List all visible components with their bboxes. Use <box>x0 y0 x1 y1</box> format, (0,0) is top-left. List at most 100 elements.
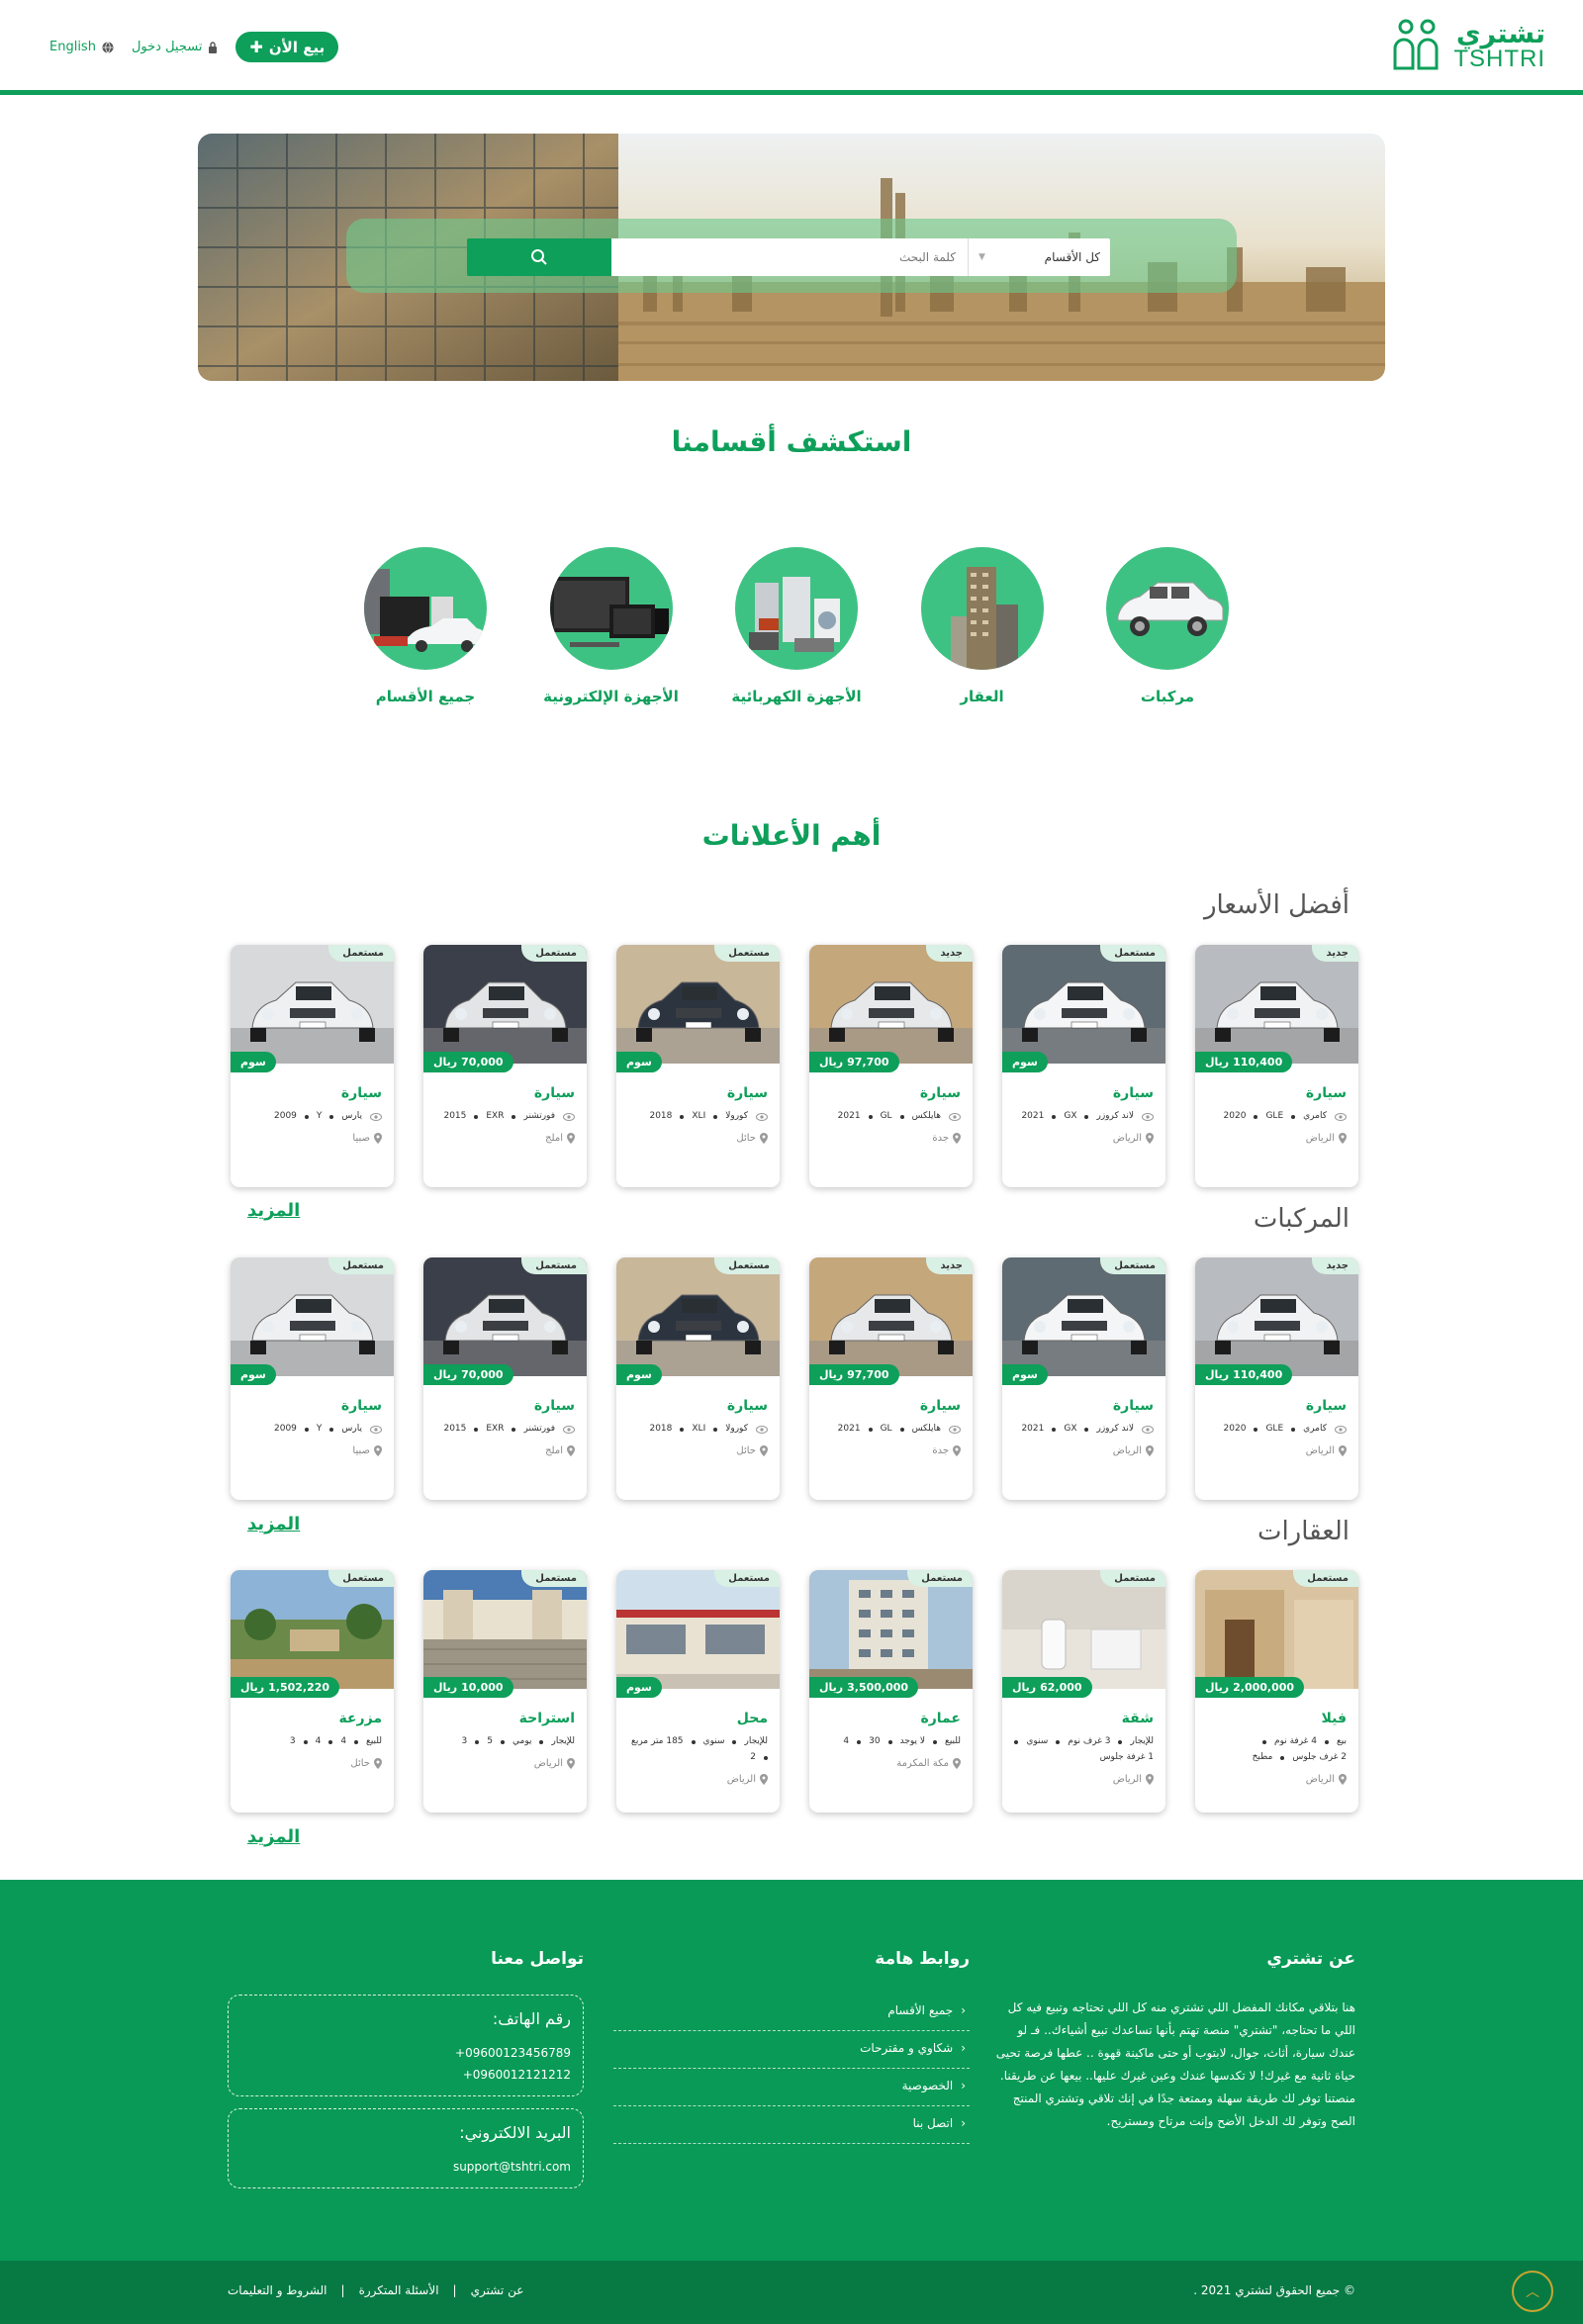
ad-spec: 2018 <box>649 1424 673 1434</box>
ad-card[interactable]: مستعمل 3,500,000ريال عمارة للبيع لا يوجد 30 4 م… <box>809 1570 973 1813</box>
ad-condition-badge: مستعمل <box>1100 945 1165 962</box>
ad-image[interactable]: مستعمل <box>231 1257 394 1376</box>
category-all[interactable]: جميع الأقسام <box>356 547 495 715</box>
ad-image[interactable]: مستعمل <box>1195 1570 1358 1689</box>
ad-title[interactable]: عمارة <box>821 1711 961 1726</box>
ad-card[interactable]: مستعمل 1,502,220ريال مزرعة للبيع 4 4 3 حائل <box>231 1570 394 1813</box>
ad-title[interactable]: سيارة <box>628 1085 768 1101</box>
row-title-realestate: العقارات <box>1257 1517 1350 1546</box>
site-header: تشتري TSHTRI English تسجيل دخول ✚ بيع ال… <box>0 0 1583 95</box>
ad-title[interactable]: محل <box>628 1711 768 1726</box>
search-icon <box>531 249 547 265</box>
ad-price: 3,500,000 <box>847 1681 909 1694</box>
ad-card[interactable]: مستعمل سوم سيارة كورولا XLI 2018 حائل <box>616 1257 780 1500</box>
ad-card[interactable]: مستعمل 10,000ريال استراحة للإيجار يومي 5 3 الري… <box>423 1570 587 1813</box>
spec-separator-icon <box>1084 1114 1089 1119</box>
ad-spec: Y <box>316 1424 323 1434</box>
ad-card[interactable]: جديد 110,400ريال سيارة كامري GLE 2020 الرياض <box>1195 945 1358 1187</box>
ad-price: 110,400 <box>1233 1368 1283 1381</box>
ad-title[interactable]: شقة <box>1014 1711 1154 1726</box>
category-vehicles[interactable]: مركبات <box>1098 547 1237 715</box>
bottom-link-terms[interactable]: الشروط و التعليمات <box>228 2283 327 2297</box>
phone-number[interactable]: +0960012121212 <box>240 2068 571 2082</box>
ad-card[interactable]: جديد 97,700ريال سيارة هايلكس GL 2021 جدة <box>809 945 973 1187</box>
ad-spec: 2009 <box>274 1424 297 1434</box>
ad-title[interactable]: مزرعة <box>242 1711 383 1726</box>
ad-card[interactable]: مستعمل 70,000ريال سيارة فورتشنر EXR 2015 املج <box>423 1257 587 1500</box>
ad-spec: للبيع <box>366 1736 382 1746</box>
scroll-top-button[interactable]: ︿ <box>1512 2271 1553 2312</box>
ad-card[interactable]: مستعمل سوم سيارة لاند كروزر GX 2021 الرياض <box>1002 945 1165 1187</box>
logo[interactable]: تشتري TSHTRI <box>1392 14 1545 77</box>
ad-image[interactable]: مستعمل <box>423 945 587 1064</box>
ad-title[interactable]: سيارة <box>1207 1085 1347 1101</box>
email-address[interactable]: support@tshtri.com <box>240 2160 571 2174</box>
ad-title[interactable]: سيارة <box>628 1398 768 1414</box>
category-appliances[interactable]: الأجهزة الكهربائية <box>727 547 866 715</box>
more-link[interactable]: المزيد <box>247 1200 300 1221</box>
ad-card[interactable]: مستعمل سوم محل للإيجار سنوي 185 متر مربع 2 الري… <box>616 1570 780 1813</box>
ad-image[interactable]: مستعمل <box>809 1570 973 1689</box>
ad-title[interactable]: فيلا <box>1207 1711 1347 1726</box>
ad-image[interactable]: مستعمل <box>1002 945 1165 1064</box>
ad-image[interactable]: جديد <box>1195 1257 1358 1376</box>
phone-number[interactable]: +09600123456789 <box>240 2046 571 2060</box>
ad-image[interactable]: مستعمل <box>1002 1570 1165 1689</box>
ad-title[interactable]: سيارة <box>1014 1085 1154 1101</box>
category-label: الأجهزة الكهربائية <box>731 688 862 705</box>
sell-now-button[interactable]: ✚ بيع الأن <box>235 32 339 62</box>
footer-link-label: شكاوي و مقترحات <box>860 2041 954 2055</box>
search-input[interactable] <box>611 238 968 276</box>
ad-spec: للإيجار <box>1130 1736 1154 1746</box>
ad-image[interactable]: مستعمل <box>616 1257 780 1376</box>
ad-spec: 4 غرفة نوم <box>1274 1736 1317 1746</box>
ad-image[interactable]: مستعمل <box>1002 1257 1165 1376</box>
ad-image[interactable]: جديد <box>809 945 973 1064</box>
bottom-link-about[interactable]: عن تشتري <box>471 2283 524 2297</box>
ad-condition-badge: مستعمل <box>714 1570 780 1587</box>
footer-link-all-categories[interactable]: ‹ جميع الأقسام <box>613 1994 970 2031</box>
ad-card[interactable]: مستعمل 70,000ريال سيارة فورتشنر EXR 2015 املج <box>423 945 587 1187</box>
ad-title[interactable]: سيارة <box>435 1398 575 1414</box>
ad-title[interactable]: سيارة <box>821 1085 961 1101</box>
ad-card[interactable]: جديد 110,400ريال سيارة كامري GLE 2020 الرياض <box>1195 1257 1358 1500</box>
ad-title[interactable]: سيارة <box>435 1085 575 1101</box>
more-link[interactable]: المزيد <box>247 1514 300 1534</box>
ad-image[interactable]: مستعمل <box>423 1257 587 1376</box>
ad-card[interactable]: مستعمل سوم سيارة يارس Y 2009 صبيا <box>231 945 394 1187</box>
more-link[interactable]: المزيد <box>247 1826 300 1847</box>
ad-title[interactable]: استراحة <box>435 1711 575 1726</box>
ad-image[interactable]: مستعمل <box>616 1570 780 1689</box>
ad-price: سوم <box>626 1056 652 1069</box>
ad-image[interactable]: مستعمل <box>231 1570 394 1689</box>
ad-image[interactable]: جديد <box>1195 945 1358 1064</box>
category-select[interactable]: كل الأقسام ▼ <box>968 238 1110 276</box>
footer-link-contact[interactable]: ‹ اتصل بنا <box>613 2106 970 2144</box>
footer-link-complaints[interactable]: ‹ شكاوي و مقترحات <box>613 2031 970 2069</box>
ad-image[interactable]: جديد <box>809 1257 973 1376</box>
ad-image[interactable]: مستعمل <box>231 945 394 1064</box>
ad-title[interactable]: سيارة <box>242 1398 382 1414</box>
ad-title[interactable]: سيارة <box>821 1398 961 1414</box>
footer-bottom-bar: © جميع الحقوق لتشتري 2021 . عن تشتري | ا… <box>0 2261 1583 2324</box>
bottom-link-faq[interactable]: الأسئلة المتكررة <box>359 2283 439 2297</box>
footer-link-privacy[interactable]: ‹ الخصوصية <box>613 2069 970 2106</box>
ad-card[interactable]: مستعمل سوم سيارة لاند كروزر GX 2021 الرياض <box>1002 1257 1165 1500</box>
language-link[interactable]: English <box>49 40 114 54</box>
logo-arabic: تشتري <box>1455 18 1545 49</box>
ad-image[interactable]: مستعمل <box>423 1570 587 1689</box>
category-electronics[interactable]: الأجهزة الإلكترونية <box>542 547 681 715</box>
ad-card[interactable]: مستعمل 62,000ريال شقة للإيجار 3 غرف نوم سنوي 1… <box>1002 1570 1165 1813</box>
ad-title[interactable]: سيارة <box>242 1085 382 1101</box>
ad-card[interactable]: مستعمل سوم سيارة يارس Y 2009 صبيا <box>231 1257 394 1500</box>
ad-specs: فورتشنر EXR 2015 <box>435 1423 575 1436</box>
login-link[interactable]: تسجيل دخول <box>132 40 219 54</box>
ad-title[interactable]: سيارة <box>1207 1398 1347 1414</box>
ad-card[interactable]: مستعمل سوم سيارة كورولا XLI 2018 حائل <box>616 945 780 1187</box>
category-realestate[interactable]: العقار <box>913 547 1052 715</box>
search-button[interactable] <box>467 238 611 276</box>
ad-card[interactable]: جديد 97,700ريال سيارة هايلكس GL 2021 جدة <box>809 1257 973 1500</box>
ad-card[interactable]: مستعمل 2,000,000ريال فيلا بيع 4 غرفة نوم 2 غر… <box>1195 1570 1358 1813</box>
ad-image[interactable]: مستعمل <box>616 945 780 1064</box>
ad-title[interactable]: سيارة <box>1014 1398 1154 1414</box>
